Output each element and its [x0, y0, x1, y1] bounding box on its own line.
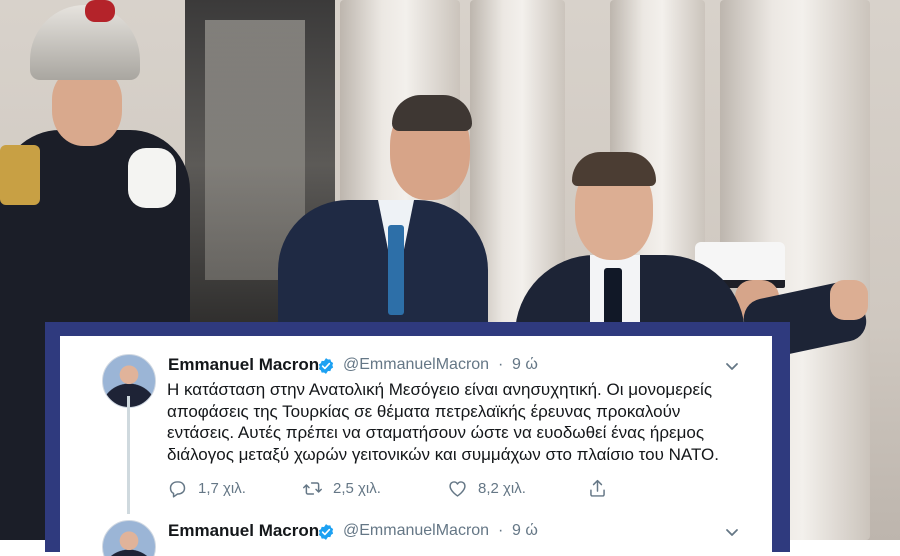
author-handle[interactable]: @EmmanuelMacron [343, 356, 489, 374]
avatar[interactable] [102, 520, 156, 556]
share-icon [590, 479, 605, 497]
like-count: 8,2 χιλ. [478, 479, 526, 497]
retweet-count: 2,5 χιλ. [333, 479, 381, 497]
reply-button[interactable]: 1,7 χιλ. [167, 476, 246, 500]
man-left-tie [388, 225, 404, 315]
verified-badge-icon [318, 524, 334, 540]
tweet-text-line: διάλογος μεταξύ χωρών γειτονικών και συμ… [167, 444, 719, 464]
thread-line [127, 396, 130, 514]
guard-epaulette [0, 145, 40, 205]
separator-dot: · [498, 522, 504, 539]
tweet-text-line: αποφάσεις της Τουρκίας σε θέματα πετρελα… [167, 401, 681, 421]
share-button[interactable] [587, 476, 608, 500]
reply-icon [169, 480, 186, 498]
man-left-hair [392, 95, 472, 131]
guard-glove [128, 148, 176, 208]
heart-icon [449, 480, 466, 497]
author-name[interactable]: Emmanuel Macron [168, 521, 319, 541]
chevron-down-icon[interactable] [724, 524, 740, 540]
tweet-text-line: Η κατάσταση στην Ανατολική Μεσόγειο είνα… [167, 380, 713, 399]
guard-plume [85, 0, 115, 22]
timestamp[interactable]: 9 ώ [512, 522, 538, 540]
man-right-tie [604, 268, 622, 330]
like-button[interactable]: 8,2 χιλ. [447, 476, 526, 500]
retweet-button[interactable]: 2,5 χιλ. [302, 476, 381, 500]
man-right-hair [572, 152, 656, 186]
retweet-icon [303, 481, 322, 495]
author-name[interactable]: Emmanuel Macron [168, 355, 319, 375]
tweet-text: Η κατάσταση στην Ανατολική Μεσόγειο είνα… [167, 379, 727, 465]
tweet-actions: 1,7 χιλ. 2,5 χιλ. 8,2 χιλ. [167, 476, 727, 500]
tweet-text-line: εντάσεις. Αυτές πρέπει να σταματήσουν ώσ… [167, 423, 705, 442]
reply-count: 1,7 χιλ. [198, 479, 246, 497]
timestamp[interactable]: 9 ώ [512, 356, 538, 374]
author-handle[interactable]: @EmmanuelMacron [343, 522, 489, 540]
chevron-down-icon[interactable] [724, 358, 740, 374]
separator-dot: · [498, 356, 504, 373]
tweet-card: Emmanuel Macron @EmmanuelMacron · 9 ώ Η … [60, 336, 772, 556]
man-right-hand [830, 280, 868, 320]
verified-badge-icon [318, 358, 334, 374]
